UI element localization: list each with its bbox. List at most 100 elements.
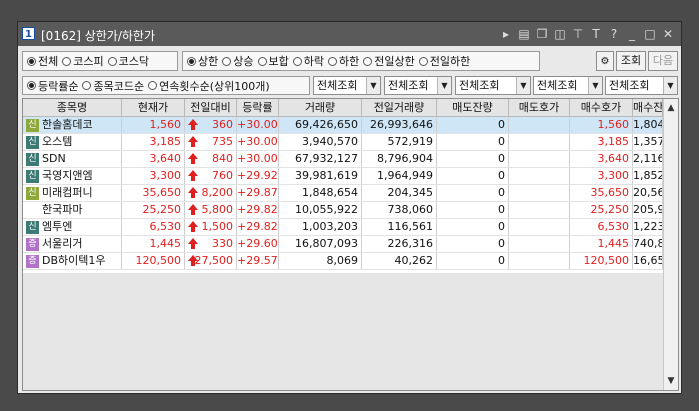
cell-volume: 39,981,619 xyxy=(279,168,362,184)
table-row[interactable]: 신 미래컴퍼니 35,650 8,200 +29.87 1,848,654 204,345 0… xyxy=(23,185,678,202)
help-icon[interactable]: ? xyxy=(607,27,621,41)
cell-prev-volume: 226,316 xyxy=(362,236,437,252)
column-header-price[interactable]: 현재가 xyxy=(122,99,185,117)
filter-select-5[interactable]: 전체조회 ▼ xyxy=(605,76,678,95)
sort-radio-0[interactable]: 등락률순 xyxy=(27,78,78,94)
cell-name: 신 한솔홈데코 xyxy=(23,117,122,133)
column-header-bid-price[interactable]: 매수호가 xyxy=(570,99,633,117)
cell-volume: 16,807,093 xyxy=(279,236,362,252)
scroll-up-icon[interactable]: ▲ xyxy=(664,101,678,115)
scroll-down-icon[interactable]: ▼ xyxy=(664,374,678,388)
dropdown-arrow-icon: ▼ xyxy=(588,77,602,94)
cell-rate: +30.00 xyxy=(237,117,279,133)
stock-name: 미래컴퍼니 xyxy=(42,186,93,199)
cell-bid-price: 3,300 xyxy=(570,168,633,184)
filter-select-1[interactable]: 전체조회 ▼ xyxy=(313,76,381,95)
copy-window-icon[interactable]: ❐ xyxy=(535,27,549,41)
cell-rate: +29.82 xyxy=(237,202,279,218)
upper-limit-arrow-stem xyxy=(191,125,195,130)
search-button[interactable]: 조회 xyxy=(616,51,646,71)
limit-radio-0[interactable]: 상한 xyxy=(187,53,218,69)
filter-select-4[interactable]: 전체조회 ▼ xyxy=(533,76,603,95)
cell-prev-volume: 204,345 xyxy=(362,185,437,201)
settings-button[interactable]: ⚙ xyxy=(596,51,614,71)
stock-name: 한국파마 xyxy=(42,203,83,216)
limit-radio-label: 보합 xyxy=(268,55,289,68)
cell-change: 5,800 xyxy=(185,202,237,218)
radio-dot-icon xyxy=(418,56,428,66)
column-header-change[interactable]: 전일대비 xyxy=(185,99,237,117)
cell-change: 760 xyxy=(185,168,237,184)
limit-radio-label: 전일상한 xyxy=(374,55,415,68)
limit-radio-label: 전일하한 xyxy=(429,55,471,68)
table-row[interactable]: 신 SDN 3,640 840 +30.00 67,932,127 8,796,904 0 3,… xyxy=(23,151,678,168)
cell-volume: 3,940,570 xyxy=(279,134,362,150)
market-radio-0[interactable]: 전체 xyxy=(27,53,58,69)
limit-radio-1[interactable]: 상승 xyxy=(222,53,254,69)
cell-rate: +29.60 xyxy=(237,236,279,252)
cell-ask-qty: 0 xyxy=(437,168,509,184)
cell-ask-price xyxy=(509,151,570,167)
limit-radio-label: 상승 xyxy=(233,55,254,68)
pin-icon[interactable]: ⊤ xyxy=(571,27,585,41)
cell-volume: 1,848,654 xyxy=(279,185,362,201)
cell-change: 1,500 xyxy=(185,219,237,235)
dropdown-arrow-icon: ▼ xyxy=(516,77,530,94)
table-row[interactable]: 증 DB하이텍1우 120,500 27,500 +29.57 8,069 40,262 0 1… xyxy=(23,253,678,270)
sort-radio-2[interactable]: 연속횟수순(상위100개) xyxy=(148,78,270,94)
close-icon[interactable]: ✕ xyxy=(661,27,675,41)
next-button[interactable]: 다음 xyxy=(648,51,678,71)
font-size-icon[interactable]: T xyxy=(589,27,603,41)
limit-radio-2[interactable]: 보합 xyxy=(257,53,289,69)
table-row[interactable]: 신 국영지앤엠 3,300 760 +29.92 39,981,619 1,964,949 0… xyxy=(23,168,678,185)
table-row[interactable]: 신 한솔홈데코 1,560 360 +30.00 69,426,650 26,993,646… xyxy=(23,117,678,134)
cell-ask-qty: 0 xyxy=(437,202,509,218)
limit-radio-4[interactable]: 하한 xyxy=(328,53,359,69)
market-radio-2[interactable]: 코스닥 xyxy=(107,53,149,69)
cell-prev-volume: 738,060 xyxy=(362,202,437,218)
cell-bid-price: 120,500 xyxy=(570,253,633,269)
table-row[interactable]: 증 서울리거 1,445 330 +29.60 16,807,093 226,316 0 1,4… xyxy=(23,236,678,253)
stock-name: 오스템 xyxy=(42,135,73,148)
cell-ask-qty: 0 xyxy=(437,236,509,252)
table-row[interactable]: 한국파마 25,250 5,800 +29.82 10,055,922 738,060 0 2… xyxy=(23,202,678,219)
market-radio-1[interactable]: 코스피 xyxy=(62,53,104,69)
sort-radio-1[interactable]: 종목코드순 xyxy=(82,78,144,94)
tile-window-icon[interactable]: ◫ xyxy=(553,27,567,41)
cell-name: 한국파마 xyxy=(23,202,122,218)
cell-name: 신 오스템 xyxy=(23,134,122,150)
column-header-bid-qty[interactable]: 매수잔량 xyxy=(633,99,663,117)
column-header-ask-qty[interactable]: 매도잔량 xyxy=(437,99,509,117)
limit-radio-3[interactable]: 하락 xyxy=(292,53,324,69)
filter-select-3[interactable]: 전체조회 ▼ xyxy=(455,76,531,95)
limit-radio-6[interactable]: 전일하한 xyxy=(418,53,471,69)
limit-radio-5[interactable]: 전일상한 xyxy=(363,53,415,69)
title-bar-icons: ▸ ▤ ❐ ◫ ⊤ T ? _ □ ✕ xyxy=(499,26,675,42)
column-header-prev-volume[interactable]: 전일거래량 xyxy=(362,99,437,117)
table-row[interactable]: 신 엠투엔 6,530 1,500 +29.82 1,003,203 116,561 0 6,5… xyxy=(23,219,678,236)
sort-radio-label: 종목코드순 xyxy=(93,79,145,93)
cell-change: 27,500 xyxy=(185,253,237,269)
cell-ask-qty: 0 xyxy=(437,151,509,167)
maximize-icon[interactable]: □ xyxy=(643,27,657,41)
play-icon[interactable]: ▸ xyxy=(499,27,513,41)
upper-limit-arrow-stem xyxy=(191,244,195,249)
screen-link-icon[interactable]: ▤ xyxy=(517,27,531,41)
change-value: 360 xyxy=(212,118,233,131)
stock-name: 국영지앤엠 xyxy=(42,169,93,182)
cell-bid-qty: 1,357,225 xyxy=(633,134,663,150)
cell-name: 증 서울리거 xyxy=(23,236,122,252)
column-header-rate[interactable]: 등락률 xyxy=(237,99,279,117)
stock-status-badge: 신 xyxy=(26,221,39,234)
column-header-name[interactable]: 종목명 xyxy=(23,99,122,117)
filter-select-2[interactable]: 전체조회 ▼ xyxy=(384,76,452,95)
table-row[interactable]: 신 오스템 3,185 735 +30.00 3,940,570 572,919 0 3,185… xyxy=(23,134,678,151)
vertical-scrollbar[interactable]: ▲ ▼ xyxy=(663,99,678,390)
market-radio-label: 전체 xyxy=(38,55,59,68)
minimize-icon[interactable]: _ xyxy=(625,27,639,41)
column-header-volume[interactable]: 거래량 xyxy=(279,99,362,117)
cell-price: 120,500 xyxy=(122,253,185,269)
column-header-ask-price[interactable]: 매도호가 xyxy=(509,99,570,117)
cell-name: 신 미래컴퍼니 xyxy=(23,185,122,201)
radio-dot-icon xyxy=(148,81,158,90)
